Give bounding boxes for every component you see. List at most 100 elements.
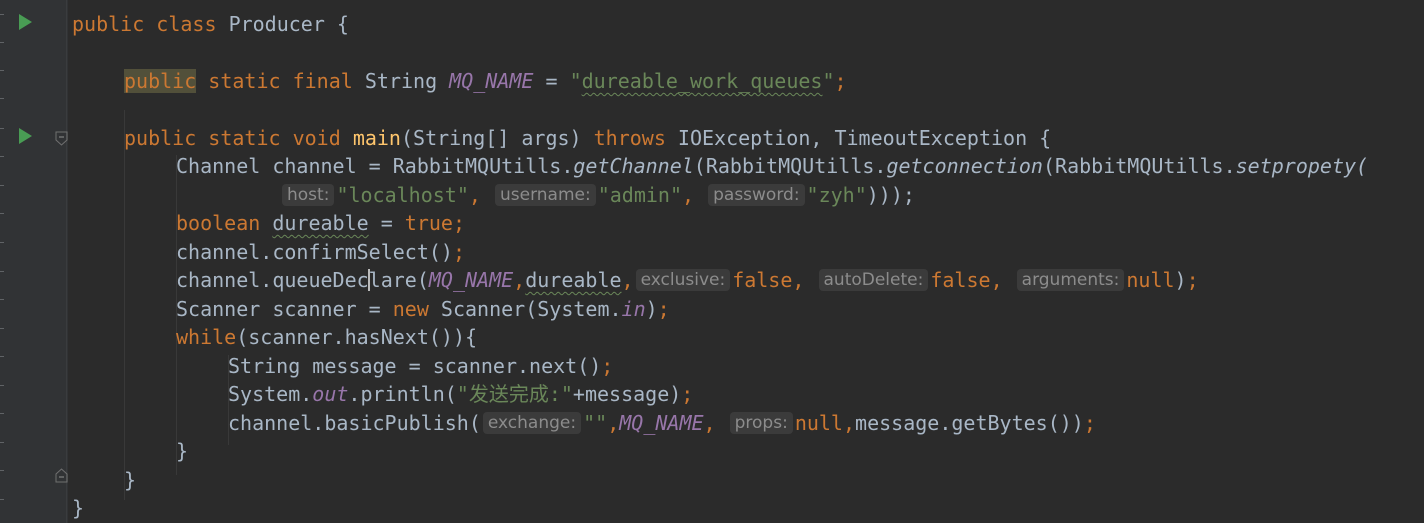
string: "" [583,411,608,435]
semicolon: ; [601,354,614,378]
static-method: getChannel [573,154,694,178]
type: String [364,69,438,93]
keyword: boolean [176,211,261,235]
keyword: null [794,411,843,435]
semicolon: ; [1083,411,1096,435]
run-class-icon[interactable] [19,14,32,30]
method-name: main [352,126,401,150]
string: " [822,69,835,93]
semicolon: ; [1186,268,1199,292]
gutter-separator [66,0,67,523]
fold-end-icon[interactable] [55,468,68,483]
code-line-18: } [72,494,84,522]
keyword: void [292,126,341,150]
code-text: lare( [368,268,429,292]
indent-guide [124,110,125,500]
code-line-17: } [124,466,136,494]
code-text: Scanner(System. [428,297,622,321]
code-text: String message = scanner.next() [228,354,602,378]
code-line-13: String message = scanner.next(); [228,352,613,380]
code-line-6: Channel channel = RabbitMQUtills.getChan… [176,152,1368,180]
variable: dureable [272,211,369,235]
run-main-icon[interactable] [19,128,32,144]
string: " [569,69,582,93]
keyword: true [404,211,453,235]
code-line-1: public class Producer { [72,10,349,38]
code-text: channel.basicPublish( [228,411,481,435]
code-editor[interactable]: public class Producer { public static fi… [0,0,1424,523]
code-text: IOException, TimeoutException { [665,126,1052,150]
line-marker [0,470,4,471]
class-name: Producer [228,12,325,36]
static-field: in [621,297,646,321]
constant: MQ_NAME [449,69,534,93]
comma: , [682,183,695,207]
operator: = [533,69,570,93]
line-marker [0,328,4,329]
keyword: while [176,325,237,349]
comma: , [703,411,716,435]
keyword: throws [593,126,666,150]
code-text: Channel channel = RabbitMQUtills. [176,154,574,178]
keyword: false [930,268,991,292]
closing-brace: } [176,439,189,463]
code-line-11: Scanner scanner = new Scanner(System.in)… [176,295,670,323]
comma: , [621,268,634,292]
line-marker [0,70,4,71]
semicolon: ; [681,382,694,406]
param-hint: autoDelete: [818,269,929,291]
line-marker [0,42,4,43]
keyword: false [732,268,793,292]
line-marker [0,213,4,214]
line-marker [0,413,4,414]
line-marker [0,271,4,272]
variable: dureable [525,268,622,292]
line-marker [0,156,4,157]
keyword: public [124,126,197,150]
code-line-15: channel.basicPublish(exchange: "",MQ_NAME… [228,409,1096,437]
line-marker [0,185,4,186]
editor-gutter[interactable] [0,0,68,523]
comma: , [607,411,620,435]
keyword: static [208,69,281,93]
keyword: null [1126,268,1175,292]
keyword: public [72,12,145,36]
code-line-5: public static void main(String[] args) t… [124,124,1051,152]
code-text: ) [645,297,658,321]
code-area[interactable]: public class Producer { public static fi… [72,0,1424,523]
punct: { [324,12,349,36]
constant: MQ_NAME [428,268,514,292]
param-hint: username: [494,184,596,206]
code-text: +message) [572,382,682,406]
code-line-16: } [176,437,188,465]
closing-brace: } [124,468,137,492]
param-hint: host: [282,184,335,206]
code-line-3: public static final String MQ_NAME = "du… [124,67,847,95]
static-field: out [312,382,349,406]
param-hint: exclusive: [635,269,731,291]
fold-method-icon[interactable] [55,131,68,146]
code-line-7: host: "localhost", username: "admin", pass… [280,181,915,209]
code-text: ))); [866,183,915,207]
comma: , [842,411,856,435]
constant: MQ_NAME [619,411,704,435]
code-text: (scanner.hasNext()){ [236,325,478,349]
code-text: System. [228,382,313,406]
keyword: class [156,12,217,36]
code-line-10: channel.queueDeclare(MQ_NAME,dureable, ex… [176,266,1199,294]
semicolon: ; [834,69,847,93]
comma: , [990,268,1003,292]
code-text: channel.queueDec [176,268,369,292]
line-marker [0,299,4,300]
line-marker [0,356,4,357]
code-text: channel.confirmSelect() [176,240,453,264]
code-text: message.getBytes()) [855,411,1084,435]
keyword: static [208,126,281,150]
code-text: .println( [348,382,457,406]
string: "zyh" [806,183,867,207]
semicolon: ; [452,240,465,264]
closing-brace: } [72,496,85,520]
code-text: (RabbitMQUtills. [693,154,887,178]
code-line-8: boolean dureable = true; [176,209,465,237]
line-marker [0,242,4,243]
